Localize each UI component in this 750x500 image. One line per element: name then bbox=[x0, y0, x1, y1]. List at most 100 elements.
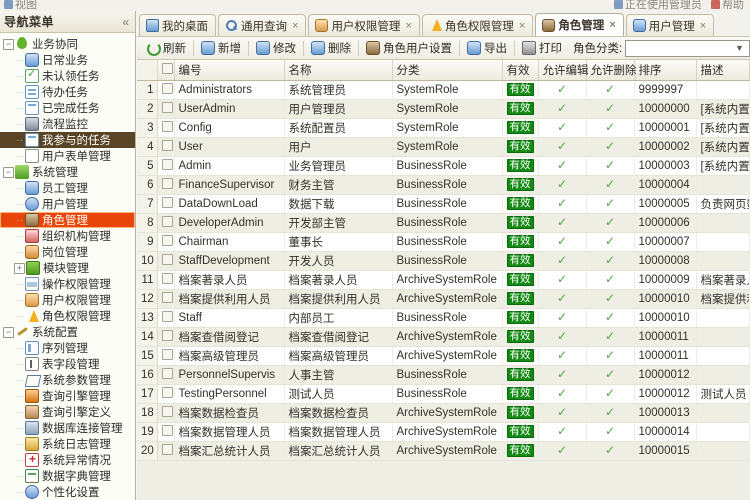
column-header-allow-delete[interactable]: 允许删除 bbox=[586, 60, 637, 81]
row-checkbox[interactable] bbox=[161, 102, 173, 113]
sidebar-item-2[interactable]: ·· 未认领任务 bbox=[0, 67, 135, 84]
row-checkbox[interactable] bbox=[161, 235, 173, 246]
sidebar-item-10[interactable]: ·· 用户管理 bbox=[0, 196, 135, 212]
sidebar-item-25[interactable]: ·· 系统日志管理 bbox=[0, 436, 135, 452]
table-row[interactable]: 15 档案高级管理员 档案高级管理员 ArchiveSystemRole 有效 ✓ ✓ 100… bbox=[137, 346, 750, 366]
sidebar-item-4[interactable]: ·· 已完成任务 bbox=[0, 100, 135, 116]
row-checkbox[interactable] bbox=[161, 216, 173, 227]
sidebar-item-26[interactable]: ·· 系统异常情况 bbox=[0, 452, 135, 468]
row-checkbox[interactable] bbox=[161, 330, 173, 341]
close-icon[interactable]: × bbox=[405, 20, 411, 32]
sidebar-item-5[interactable]: ·· 流程监控 bbox=[0, 116, 135, 132]
row-checkbox[interactable] bbox=[161, 387, 173, 398]
toolbar-button-3[interactable]: 删除 bbox=[306, 38, 356, 59]
column-header-valid[interactable]: 有效 bbox=[502, 60, 539, 81]
column-header-allow-edit[interactable]: 允许编辑 bbox=[538, 60, 589, 81]
sidebar-item-7[interactable]: ·· 用户表单管理 bbox=[0, 148, 135, 164]
table-row[interactable]: 13 Staff 内部员工 BusinessRole 有效 ✓ ✓ 10000010 bbox=[137, 308, 750, 328]
toolbar-button-4[interactable]: 角色用户设置 bbox=[361, 38, 457, 59]
table-row[interactable]: 4 User 用户 SystemRole 有效 ✓ ✓ 10000002 [系统内置] bbox=[137, 137, 750, 157]
close-icon[interactable]: × bbox=[700, 20, 706, 32]
toolbar-button-1[interactable]: 新增 bbox=[196, 38, 246, 59]
row-checkbox[interactable] bbox=[161, 349, 173, 360]
row-checkbox[interactable] bbox=[161, 311, 173, 322]
table-row[interactable]: 6 FinanceSupervisor 财务主管 BusinessRole 有效 ✓ ✓ 10… bbox=[137, 175, 750, 195]
table-row[interactable]: 18 档案数据检查员 档案数据检查员 ArchiveSystemRole 有效 ✓ ✓ 100… bbox=[137, 403, 750, 423]
sidebar-item-1[interactable]: ·· 日常业务 bbox=[0, 52, 135, 68]
table-row[interactable]: 10 StaffDevelopment 开发人员 BusinessRole 有效 ✓ ✓ 10… bbox=[137, 251, 750, 271]
table-row[interactable]: 16 PersonnelSupervis 人事主管 BusinessRole 有效 ✓ ✓ 1… bbox=[137, 365, 750, 385]
row-checkbox[interactable] bbox=[161, 197, 173, 208]
sidebar-collapse-icon[interactable]: « bbox=[120, 16, 131, 28]
column-header-description[interactable]: 描述 bbox=[696, 60, 750, 81]
sidebar-item-20[interactable]: ·· 表字段管理 bbox=[0, 356, 135, 372]
sidebar-item-23[interactable]: ·· 查询引擎定义 bbox=[0, 404, 135, 420]
collapse-node-icon[interactable]: − bbox=[3, 326, 14, 338]
sidebar-item-27[interactable]: ·· 数据字典管理 bbox=[0, 468, 135, 484]
sidebar-item-12[interactable]: ·· 组织机构管理 bbox=[0, 228, 135, 244]
toolbar-button-2[interactable]: 修改 bbox=[251, 38, 301, 59]
row-checkbox[interactable] bbox=[161, 368, 173, 379]
table-row[interactable]: 14 档案查借阅登记 档案查借阅登记 ArchiveSystemRole 有效 ✓ ✓ 100… bbox=[137, 327, 750, 347]
sidebar-item-0[interactable]: − 业务协同 bbox=[0, 36, 135, 52]
sidebar-item-3[interactable]: ·· 待办任务 bbox=[0, 84, 135, 100]
close-icon[interactable]: × bbox=[519, 20, 525, 32]
tab-0[interactable]: 我的桌面 bbox=[139, 14, 216, 36]
collapse-node-icon[interactable]: − bbox=[3, 166, 14, 178]
row-checkbox[interactable] bbox=[161, 121, 173, 132]
column-header-category[interactable]: 分类 bbox=[392, 60, 503, 81]
row-checkbox[interactable] bbox=[161, 83, 173, 94]
row-checkbox[interactable] bbox=[161, 444, 173, 455]
select-all-checkbox[interactable] bbox=[161, 63, 173, 75]
column-header-name[interactable]: 名称 bbox=[284, 60, 393, 81]
row-checkbox[interactable] bbox=[161, 140, 173, 151]
tab-3[interactable]: 角色权限管理 × bbox=[421, 14, 534, 36]
table-row[interactable]: 11 档案著录人员 档案著录人员 ArchiveSystemRole 有效 ✓ ✓ 10000… bbox=[137, 270, 750, 290]
chevron-down-icon[interactable]: ▼ bbox=[732, 41, 747, 56]
row-checkbox[interactable] bbox=[161, 178, 173, 189]
expand-node-icon[interactable]: + bbox=[14, 262, 25, 274]
sidebar-item-18[interactable]: − 系统配置 bbox=[0, 324, 135, 340]
table-row[interactable]: 19 档案数据管理人员 档案数据管理人员 ArchiveSystemRole 有效 ✓ ✓ 1… bbox=[137, 422, 750, 442]
row-checkbox[interactable] bbox=[161, 406, 173, 417]
tab-5[interactable]: 用户管理 × bbox=[625, 14, 715, 36]
close-icon[interactable]: × bbox=[292, 20, 298, 32]
table-row[interactable]: 3 Config 系统配置员 SystemRole 有效 ✓ ✓ 10000001 [系统内置] bbox=[137, 118, 750, 138]
sidebar-item-22[interactable]: ·· 查询引擎管理 bbox=[0, 388, 135, 404]
row-checkbox[interactable] bbox=[161, 159, 173, 170]
toolbar-button-0[interactable]: 刷新 bbox=[141, 38, 191, 59]
toolbar-button-5[interactable]: 导出 bbox=[462, 38, 512, 59]
table-row[interactable]: 7 DataDownLoad 数据下载 BusinessRole 有效 ✓ ✓ 1000000… bbox=[137, 194, 750, 214]
column-header-code[interactable]: 编号 bbox=[174, 60, 285, 81]
column-header-sort[interactable]: 排序 bbox=[634, 60, 697, 81]
table-row[interactable]: 12 档案提供利用人员 档案提供利用人员 ArchiveSystemRole 有效 ✓ ✓ 1… bbox=[137, 289, 750, 309]
sidebar-item-28[interactable]: ·· 个性化设置 bbox=[0, 484, 135, 500]
tab-1[interactable]: 通用查询 × bbox=[218, 14, 307, 36]
sidebar-item-15[interactable]: ·· 操作权限管理 bbox=[0, 276, 135, 292]
sidebar-item-16[interactable]: ·· 用户权限管理 bbox=[0, 292, 135, 308]
sidebar-item-13[interactable]: ·· 岗位管理 bbox=[0, 244, 135, 260]
sidebar-item-17[interactable]: ·· 角色权限管理 bbox=[0, 308, 135, 324]
sidebar-item-24[interactable]: ·· 数据库连接管理 bbox=[0, 420, 135, 436]
row-checkbox[interactable] bbox=[161, 273, 173, 284]
role-category-select[interactable]: ▼ bbox=[625, 39, 750, 57]
table-row[interactable]: 17 TestingPersonnel 测试人员 BusinessRole 有效 ✓ ✓ 10… bbox=[137, 384, 750, 404]
table-row[interactable]: 20 档案汇总统计人员 档案汇总统计人员 ArchiveSystemRole 有效 ✓ ✓ 1… bbox=[137, 441, 750, 461]
tab-2[interactable]: 用户权限管理 × bbox=[308, 14, 420, 36]
collapse-node-icon[interactable]: − bbox=[3, 38, 14, 50]
sidebar-item-14[interactable]: + 模块管理 bbox=[0, 260, 135, 276]
sidebar-item-11[interactable]: ·· 角色管理 bbox=[0, 212, 135, 228]
table-row[interactable]: 1 Administrators 系统管理员 SystemRole 有效 ✓ ✓ 999999… bbox=[137, 80, 750, 100]
close-icon[interactable]: × bbox=[609, 19, 615, 31]
table-row[interactable]: 2 UserAdmin 用户管理员 SystemRole 有效 ✓ ✓ 10000000 [系统… bbox=[137, 99, 750, 119]
sidebar-item-8[interactable]: − 系统管理 bbox=[0, 164, 135, 180]
row-checkbox[interactable] bbox=[161, 425, 173, 436]
table-row[interactable]: 5 Admin 业务管理员 BusinessRole 有效 ✓ ✓ 10000003 [系统内置… bbox=[137, 156, 750, 176]
sidebar-item-19[interactable]: ·· 序列管理 bbox=[0, 340, 135, 356]
sidebar-item-21[interactable]: ·· 系统参数管理 bbox=[0, 372, 135, 388]
table-row[interactable]: 8 DeveloperAdmin 开发部主管 BusinessRole 有效 ✓ ✓ 1000… bbox=[137, 213, 750, 233]
toolbar-button-6[interactable]: 打印 bbox=[517, 38, 567, 59]
tab-4[interactable]: 角色管理 × bbox=[535, 13, 624, 36]
row-checkbox[interactable] bbox=[161, 292, 173, 303]
table-row[interactable]: 9 Chairman 董事长 BusinessRole 有效 ✓ ✓ 10000007 bbox=[137, 232, 750, 252]
